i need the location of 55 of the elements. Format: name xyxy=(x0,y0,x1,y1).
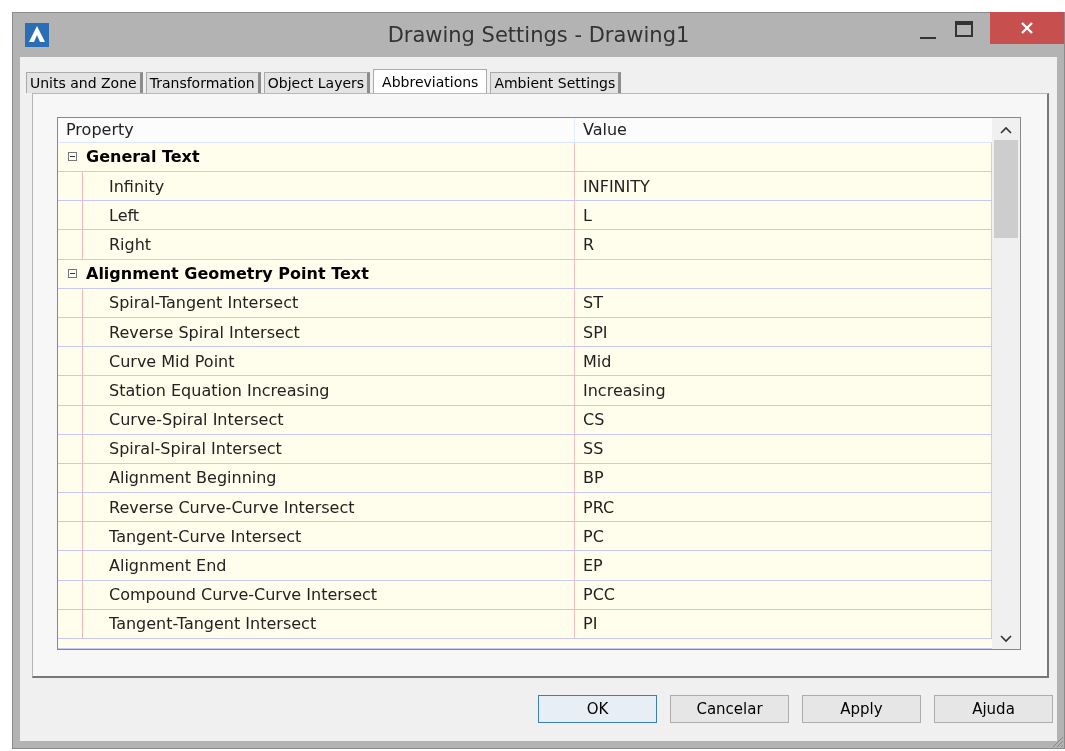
property-value[interactable]: PC xyxy=(583,526,604,546)
column-header[interactable]: Value xyxy=(575,118,992,142)
property-name: Curve-Spiral Intersect xyxy=(109,410,284,430)
close-icon[interactable] xyxy=(1020,21,1034,35)
scroll-thumb[interactable] xyxy=(994,140,1018,238)
property-value[interactable]: SPI xyxy=(583,322,608,342)
close-button[interactable] xyxy=(990,12,1064,44)
scrollbar[interactable] xyxy=(992,118,1020,649)
tab[interactable]: Object Layers xyxy=(263,72,371,93)
tab[interactable]: Abbreviations xyxy=(373,69,488,93)
property-name: Right xyxy=(109,234,152,254)
property-name: Infinity xyxy=(109,176,165,196)
property-value[interactable]: SS xyxy=(583,439,604,459)
column-header[interactable]: Property xyxy=(58,118,575,142)
property-value[interactable]: Increasing xyxy=(583,380,666,400)
resize-grip-icon[interactable] xyxy=(1050,734,1064,748)
property-name: Alignment Beginning xyxy=(109,468,277,488)
dialog-button[interactable]: Apply xyxy=(802,695,921,723)
property-value[interactable]: PI xyxy=(583,614,598,634)
property-value[interactable]: L xyxy=(583,205,592,225)
property-value[interactable]: EP xyxy=(583,556,603,576)
tab[interactable]: Ambient Settings xyxy=(490,72,622,93)
property-name: Reverse Spiral Intersect xyxy=(109,322,300,342)
property-value[interactable]: Mid xyxy=(583,351,612,371)
property-name: Left xyxy=(109,205,140,225)
property-value[interactable]: ST xyxy=(583,293,603,313)
property-value[interactable]: INFINITY xyxy=(583,176,650,196)
property-value[interactable]: PRC xyxy=(583,497,615,517)
property-name: Compound Curve-Curve Intersect xyxy=(109,585,378,605)
scroll-down-icon[interactable] xyxy=(1000,635,1012,643)
dialog-button[interactable]: OK xyxy=(538,695,657,723)
dialog-button[interactable]: Cancelar xyxy=(670,695,789,723)
property-value[interactable]: R xyxy=(583,234,595,254)
property-name: Tangent-Tangent Intersect xyxy=(109,614,317,634)
property-name: Spiral-Spiral Intersect xyxy=(109,439,282,459)
window-title: Drawing Settings - Drawing1 xyxy=(387,23,690,47)
maximize-button[interactable] xyxy=(954,19,974,39)
dialog-button[interactable]: Ajuda xyxy=(934,695,1053,723)
property-name: Spiral-Tangent Intersect xyxy=(109,293,299,313)
property-name: Alignment End xyxy=(109,556,227,576)
app-logo-icon xyxy=(25,23,49,47)
property-name: Curve Mid Point xyxy=(109,351,235,371)
property-value[interactable]: CS xyxy=(583,410,605,430)
group-label: Alignment Geometry Point Text xyxy=(86,264,369,284)
property-name: Tangent-Curve Intersect xyxy=(109,526,302,546)
tab[interactable]: Transformation xyxy=(145,72,261,93)
property-name: Station Equation Increasing xyxy=(109,380,330,400)
scroll-up-icon[interactable] xyxy=(1000,126,1012,134)
property-value[interactable]: BP xyxy=(583,468,604,488)
property-name: Reverse Curve-Curve Intersect xyxy=(109,497,355,517)
collapse-toggle-icon[interactable] xyxy=(68,269,77,279)
group-label: General Text xyxy=(86,147,200,167)
collapse-toggle-icon[interactable] xyxy=(68,152,77,162)
property-value[interactable]: PCC xyxy=(583,585,615,605)
tab[interactable]: Units and Zone xyxy=(26,72,143,93)
